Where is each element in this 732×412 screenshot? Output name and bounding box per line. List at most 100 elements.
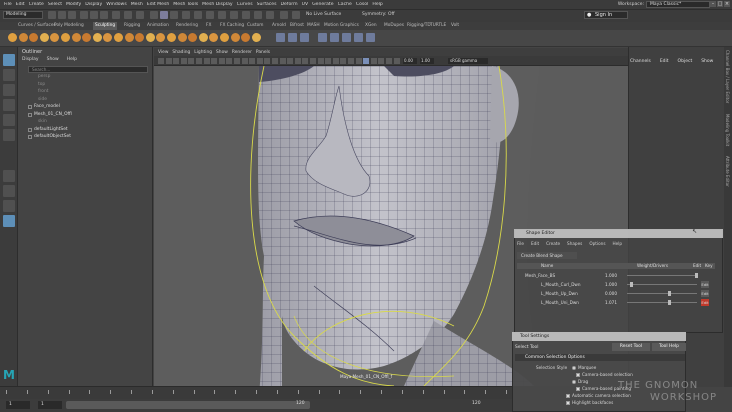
viewport-toolbar-icon[interactable] bbox=[370, 58, 377, 64]
viewport-toolbar-icon[interactable] bbox=[203, 58, 210, 64]
viewport-toolbar-icon[interactable] bbox=[218, 58, 225, 64]
menu-item-edit[interactable]: Edit bbox=[16, 2, 25, 7]
channel-menu-edit[interactable]: Edit bbox=[660, 59, 669, 64]
blend-shape-weight[interactable]: 1.000 bbox=[605, 271, 617, 280]
sculpt-settings-icon[interactable] bbox=[276, 33, 285, 42]
viewport-toolbar-icon[interactable] bbox=[317, 58, 324, 64]
persp-outliner-layout-icon[interactable] bbox=[3, 215, 15, 227]
outliner-item[interactable]: Face_model bbox=[34, 104, 60, 109]
sculpt-brush-icon[interactable] bbox=[124, 33, 134, 42]
shelf-tab-volt[interactable]: Volt bbox=[449, 22, 461, 30]
status-tool-icon[interactable] bbox=[280, 11, 288, 19]
four-view-layout-icon[interactable] bbox=[3, 185, 15, 197]
viewport-toolbar-icon[interactable] bbox=[325, 58, 332, 64]
outliner-expand-icon[interactable] bbox=[28, 112, 32, 117]
menu-item-select[interactable]: Select bbox=[48, 2, 62, 7]
shelf-tab-modupes[interactable]: MoDupes bbox=[382, 22, 406, 30]
shape-editor-row[interactable]: L_Mouth_Up_Dwn 0.000 Edit bbox=[517, 289, 715, 298]
highlight-backfaces-checkbox[interactable] bbox=[566, 401, 570, 405]
shape-editor-row[interactable]: L_Mouth_Uni_Dwn 1.071 Edit bbox=[517, 298, 715, 307]
shape-editor-row[interactable]: L_Mouth_Curl_Dwn 1.000 Edit bbox=[517, 280, 715, 289]
common-selection-section[interactable]: Common Selection Options bbox=[515, 354, 685, 361]
shelf-tab-xgen[interactable]: XGen bbox=[363, 22, 379, 30]
playback-end-field[interactable]: 120 bbox=[296, 401, 305, 406]
viewport-toolbar-icon[interactable] bbox=[302, 58, 309, 64]
menu-item-curves[interactable]: Curves bbox=[237, 2, 253, 7]
sculpt-settings-icon[interactable] bbox=[288, 33, 297, 42]
shape-menu-options[interactable]: Options bbox=[589, 241, 605, 246]
tool-settings-titlebar[interactable]: Tool Settings bbox=[512, 332, 686, 341]
status-tool-icon[interactable] bbox=[242, 11, 250, 19]
outliner-search-input[interactable]: Search... bbox=[28, 66, 148, 73]
camera-based-painting-checkbox[interactable] bbox=[576, 387, 580, 391]
outliner-item[interactable]: Mesh_01_CN_Offl bbox=[34, 112, 72, 117]
sculpt-brush-icon[interactable] bbox=[177, 33, 187, 42]
outliner-expand-icon[interactable] bbox=[28, 135, 32, 139]
far-clip-field[interactable]: 1.00 bbox=[420, 58, 434, 64]
menu-item-windows[interactable]: Windows bbox=[106, 2, 127, 7]
single-perspective-layout-icon[interactable] bbox=[3, 170, 15, 182]
menu-set-select[interactable]: Modeling bbox=[3, 11, 43, 19]
near-clip-field[interactable]: 0.00 bbox=[403, 58, 417, 64]
status-tool-icon[interactable] bbox=[112, 11, 120, 19]
outliner-item[interactable]: defaultLightSet bbox=[34, 127, 68, 132]
sculpt-brush-icon[interactable] bbox=[230, 33, 240, 42]
outliner-item[interactable]: skin bbox=[38, 119, 47, 124]
outliner-expand-icon[interactable] bbox=[28, 105, 32, 109]
viewport-toolbar-icon[interactable] bbox=[332, 58, 339, 64]
viewport-toolbar-icon[interactable] bbox=[180, 58, 187, 64]
status-tool-icon[interactable] bbox=[48, 11, 56, 19]
outliner-layout-icon[interactable] bbox=[3, 200, 15, 212]
status-tool-icon[interactable] bbox=[218, 11, 226, 19]
viewport-toolbar-icon[interactable] bbox=[241, 58, 248, 64]
tab-modeling-toolkit[interactable]: Modeling Toolkit bbox=[725, 114, 730, 146]
close-button[interactable]: × bbox=[724, 1, 730, 7]
sign-in-button[interactable]: ● Sign In bbox=[584, 11, 628, 19]
status-tool-icon[interactable] bbox=[90, 11, 98, 19]
viewport-toolbar-icon[interactable] bbox=[173, 58, 180, 64]
sculpt-brush-icon[interactable] bbox=[114, 33, 123, 42]
menu-item-display[interactable]: Display bbox=[85, 2, 102, 7]
status-tool-icon[interactable] bbox=[182, 11, 190, 19]
viewport-toolbar-icon[interactable] bbox=[279, 58, 286, 64]
lasso-tool-icon[interactable] bbox=[3, 69, 15, 81]
edit-shape-button[interactable]: Edit bbox=[701, 290, 709, 297]
viewport-toolbar-icon[interactable] bbox=[226, 58, 233, 64]
auto-camera-selection-checkbox[interactable] bbox=[566, 394, 570, 398]
shelf-tab-sculpting[interactable]: Sculpting bbox=[93, 22, 118, 30]
status-tool-icon[interactable] bbox=[266, 11, 274, 19]
sculpt-brush-icon[interactable] bbox=[39, 33, 49, 42]
sculpt-brush-icon[interactable] bbox=[8, 33, 17, 42]
sculpt-brush-icon[interactable] bbox=[61, 33, 70, 42]
status-tool-icon[interactable] bbox=[160, 11, 168, 19]
viewport-toolbar-icon[interactable] bbox=[249, 58, 256, 64]
sculpt-brush-icon[interactable] bbox=[198, 33, 208, 42]
shelf-tab-poly-modeling[interactable]: Poly Modeling bbox=[52, 22, 86, 30]
paint-select-tool-icon[interactable] bbox=[3, 84, 15, 96]
status-tool-icon[interactable] bbox=[292, 11, 300, 19]
sculpt-brush-icon[interactable] bbox=[145, 33, 155, 42]
weight-slider-handle[interactable] bbox=[630, 282, 634, 287]
shelf-tab-motion-graphics[interactable]: Motion Graphics bbox=[322, 22, 361, 30]
status-tool-icon[interactable] bbox=[80, 11, 88, 19]
status-tool-icon[interactable] bbox=[124, 11, 132, 19]
shelf-tab-fx-caching[interactable]: FX Caching bbox=[218, 22, 246, 30]
status-tool-icon[interactable] bbox=[206, 11, 214, 19]
blend-shape-weight[interactable]: 1.071 bbox=[605, 298, 617, 307]
viewport-toolbar-icon[interactable] bbox=[287, 58, 294, 64]
edit-shape-button[interactable]: Edit bbox=[701, 299, 709, 306]
outliner-menu-show[interactable]: Show bbox=[47, 57, 59, 62]
shape-menu-create[interactable]: Create bbox=[546, 241, 560, 246]
viewport-toolbar-icon[interactable] bbox=[348, 58, 354, 64]
channel-menu-channels[interactable]: Channels bbox=[630, 59, 651, 64]
sculpt-brush-icon[interactable] bbox=[251, 33, 261, 42]
viewport-toolbar-icon[interactable] bbox=[393, 58, 400, 64]
viewport-toolbar-icon[interactable] bbox=[165, 58, 172, 64]
sculpt-settings-icon[interactable] bbox=[354, 33, 363, 42]
viewport-menu-shading[interactable]: Shading bbox=[172, 50, 190, 55]
minimize-button[interactable]: – bbox=[710, 1, 716, 7]
outliner-menu-display[interactable]: Display bbox=[22, 57, 39, 62]
status-tool-icon[interactable] bbox=[194, 11, 202, 19]
status-tool-icon[interactable] bbox=[254, 11, 262, 19]
status-tool-icon[interactable] bbox=[230, 11, 238, 19]
